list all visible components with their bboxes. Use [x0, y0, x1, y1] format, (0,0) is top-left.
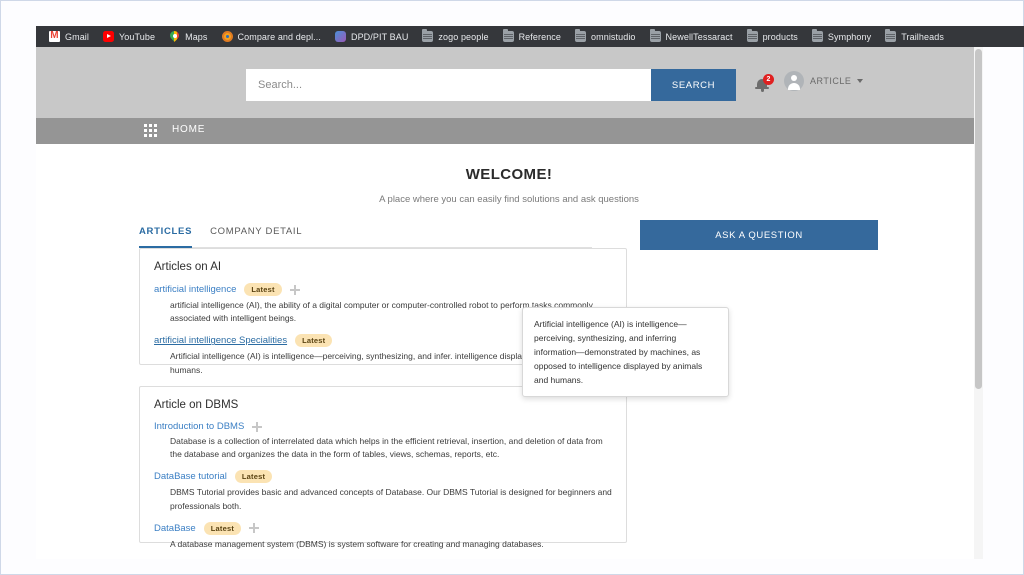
- bookmark-label: zogo people: [438, 31, 489, 42]
- nav-bar: HOME: [36, 118, 982, 144]
- bookmark-label: Symphony: [827, 31, 872, 42]
- search-bar: SEARCH: [246, 69, 736, 101]
- chevron-down-icon: [857, 79, 864, 83]
- bookmark-item[interactable]: Reference: [496, 28, 568, 46]
- article-link[interactable]: artificial intelligence Specialities: [154, 335, 287, 346]
- card-article-on-dbms: Article on DBMS Introduction to DBMS Datab…: [139, 386, 627, 549]
- bookmark-label: Maps: [185, 31, 208, 42]
- folder-icon: [649, 29, 661, 42]
- bookmark-label: DPD/PIT BAU: [350, 31, 409, 42]
- bookmark-item[interactable]: Maps: [162, 28, 214, 46]
- bookmark-item[interactable]: Compare and depl...: [215, 28, 328, 46]
- latest-badge: Latest: [234, 470, 273, 484]
- bookmark-label: Reference: [518, 31, 562, 42]
- browser-page: Gmail YouTube Maps Compare and depl... DPD/P…: [0, 0, 1024, 575]
- search-input[interactable]: [246, 69, 651, 101]
- bookmark-item[interactable]: Symphony: [805, 28, 878, 46]
- article-link[interactable]: DataBase tutorial: [154, 471, 227, 482]
- bookmark-label: Gmail: [65, 31, 90, 42]
- snowflake-icon[interactable]: [252, 421, 262, 432]
- search-button[interactable]: SEARCH: [651, 69, 736, 101]
- article-header: DataBase Latest: [154, 521, 612, 535]
- grid-waffle-icon[interactable]: [144, 124, 158, 138]
- tab-company-detail[interactable]: COMPANY DETAIL: [210, 226, 302, 242]
- bookmark-item[interactable]: products: [740, 28, 805, 46]
- article-link[interactable]: DataBase: [154, 523, 196, 534]
- article-item: DataBase Latest A database management syst…: [154, 521, 612, 551]
- article-item: DataBase tutorial Latest DBMS Tutorial pro…: [154, 470, 612, 512]
- article-header: DataBase tutorial Latest: [154, 470, 612, 484]
- bookmark-item[interactable]: Trailheads: [878, 28, 951, 46]
- latest-badge: Latest: [203, 521, 242, 535]
- welcome-subtitle: A place where you can easily find soluti…: [379, 194, 639, 205]
- bookmark-item[interactable]: omnistudio: [568, 28, 643, 46]
- youtube-icon: [103, 31, 115, 42]
- bookmark-label: NewellTessaract: [665, 31, 733, 42]
- main-content: WELCOME! A place where you can easily fi…: [36, 144, 982, 559]
- article-description: A database management system (DBMS) is s…: [170, 538, 544, 549]
- maps-pin-icon: [169, 31, 180, 42]
- user-avatar-icon: [784, 71, 804, 91]
- bookmark-bar: Gmail YouTube Maps Compare and depl... DPD/P…: [36, 26, 1024, 47]
- article-header: Introduction to DBMS: [154, 421, 612, 432]
- article-tooltip: Artificial intelligence (AI) is intellig…: [522, 307, 729, 398]
- cloud-icon: [334, 31, 346, 42]
- notification-count-badge: 2: [763, 74, 774, 85]
- tab-articles[interactable]: ARTICLES: [139, 226, 193, 248]
- tab-strip: ARTICLES COMPANY DETAIL: [139, 226, 592, 248]
- folder-icon: [746, 29, 758, 42]
- bookmark-item[interactable]: DPD/PIT BAU: [328, 28, 415, 46]
- article-link[interactable]: Introduction to DBMS: [154, 421, 244, 432]
- bookmark-item[interactable]: Gmail: [42, 28, 96, 46]
- circle-icon: [221, 31, 233, 42]
- card-title: Articles on AI: [154, 261, 222, 273]
- latest-badge: Latest: [295, 334, 333, 348]
- welcome-title: WELCOME!: [465, 166, 553, 183]
- bookmark-item[interactable]: YouTube: [96, 28, 162, 46]
- notification-bell-button[interactable]: 2: [754, 74, 774, 96]
- article-description: DBMS Tutorial provides basic and advance…: [170, 487, 612, 511]
- article-description: Database is a collection of interrelated…: [170, 436, 603, 460]
- snowflake-icon[interactable]: [290, 284, 300, 295]
- account-menu[interactable]: ARTICLE: [784, 71, 864, 91]
- folder-icon: [422, 29, 434, 42]
- bookmark-label: omnistudio: [591, 31, 636, 42]
- site-header: SEARCH 2 ARTICLE: [36, 47, 982, 118]
- folder-icon: [885, 29, 897, 42]
- article-item: Introduction to DBMS Database is a collec…: [154, 421, 612, 461]
- latest-badge: Latest: [244, 283, 282, 296]
- bookmark-item[interactable]: zogo people: [415, 28, 495, 46]
- nav-item-home[interactable]: HOME: [172, 124, 205, 135]
- gmail-icon: [49, 29, 60, 42]
- ask-a-question-button[interactable]: ASK A QUESTION: [640, 220, 878, 250]
- card-title: Article on DBMS: [154, 399, 239, 411]
- page-scrollbar-thumb[interactable]: [975, 49, 982, 389]
- bookmark-label: Compare and depl...: [237, 31, 321, 42]
- article-header: artificial intelligence Latest: [154, 283, 612, 296]
- folder-icon: [502, 29, 514, 42]
- folder-icon: [575, 29, 587, 42]
- account-name-label: ARTICLE: [810, 76, 852, 86]
- bookmark-label: Trailheads: [901, 31, 944, 42]
- bookmark-item[interactable]: NewellTessaract: [643, 28, 740, 46]
- folder-icon: [811, 29, 823, 42]
- bookmark-label: YouTube: [119, 31, 156, 42]
- article-link[interactable]: artificial intelligence: [154, 284, 236, 295]
- bookmark-label: products: [762, 31, 798, 42]
- snowflake-icon[interactable]: [249, 523, 259, 534]
